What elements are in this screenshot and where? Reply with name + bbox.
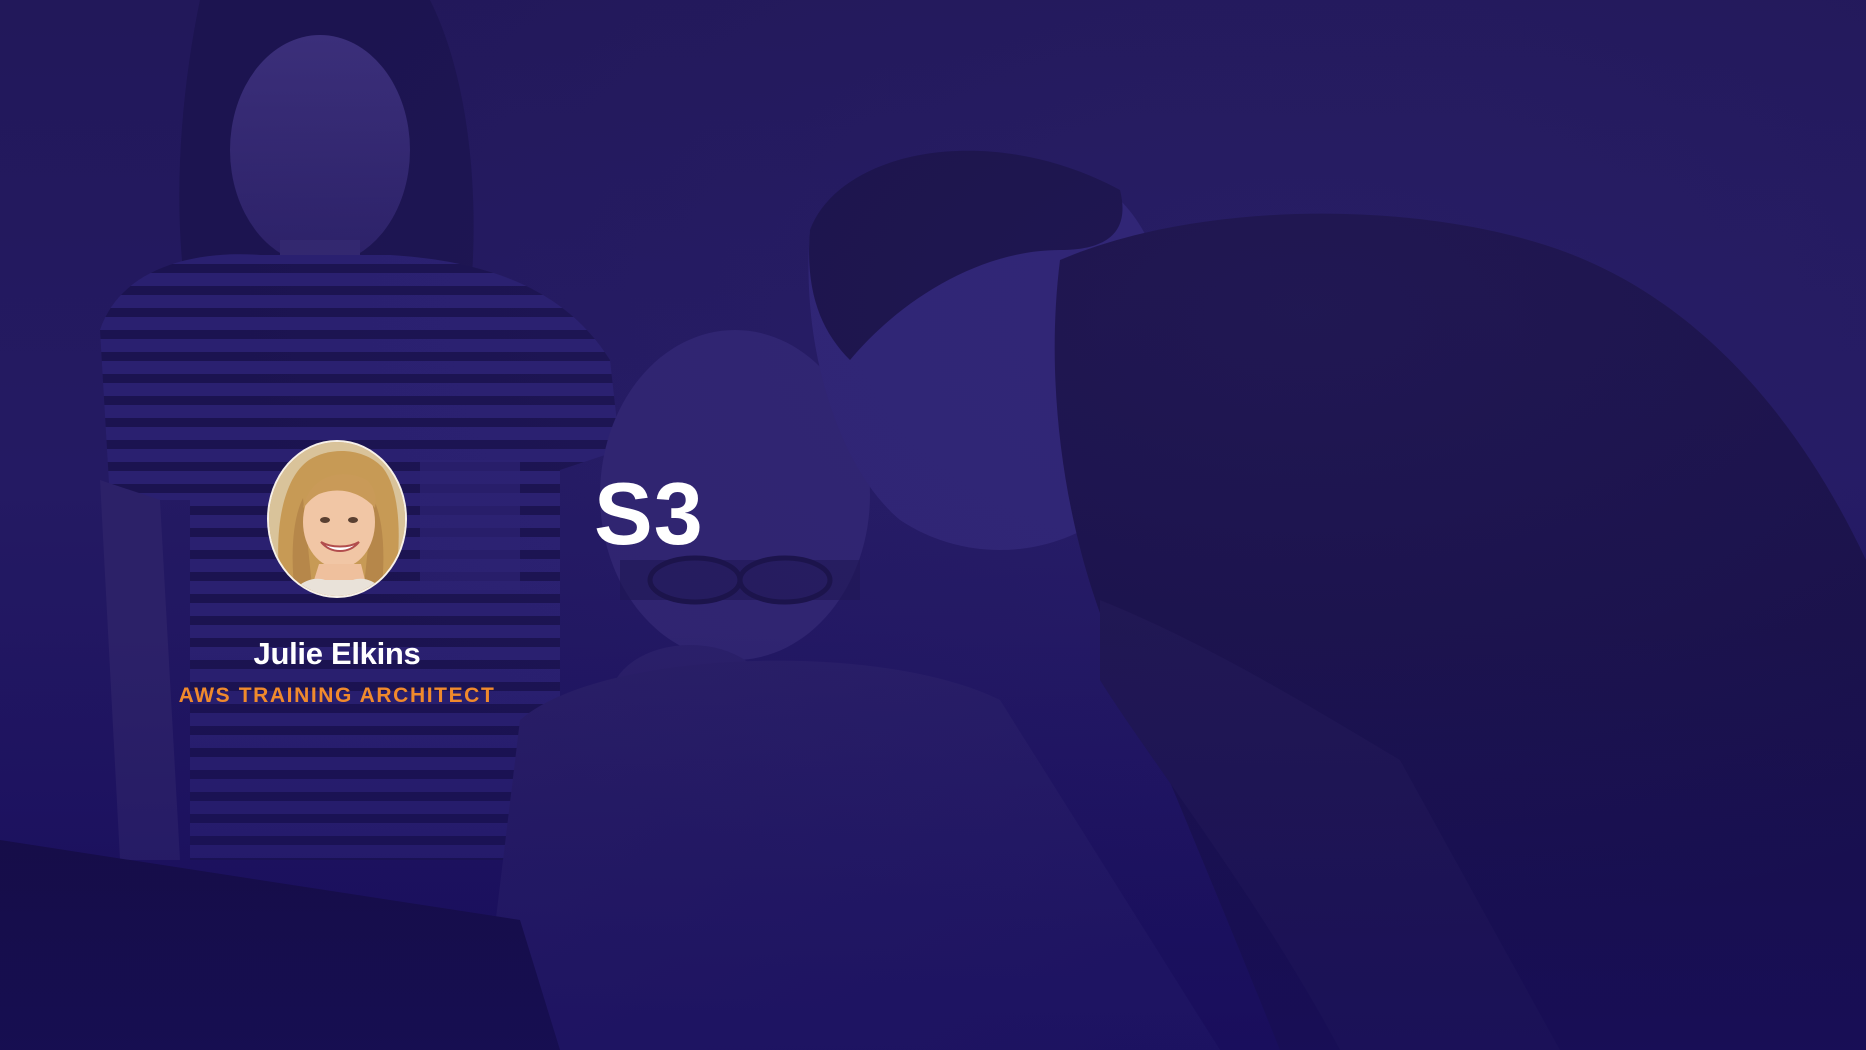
course-title: S3	[594, 464, 704, 563]
presenter-photo-icon	[269, 442, 405, 596]
presenter-avatar	[267, 440, 407, 598]
presenter-card: Julie Elkins AWS TRAINING ARCHITECT	[130, 440, 544, 708]
presenter-name: Julie Elkins	[253, 636, 421, 671]
intro-slide: Julie Elkins AWS TRAINING ARCHITECT S3	[0, 0, 1866, 1050]
presenter-role: AWS TRAINING ARCHITECT	[178, 684, 496, 707]
